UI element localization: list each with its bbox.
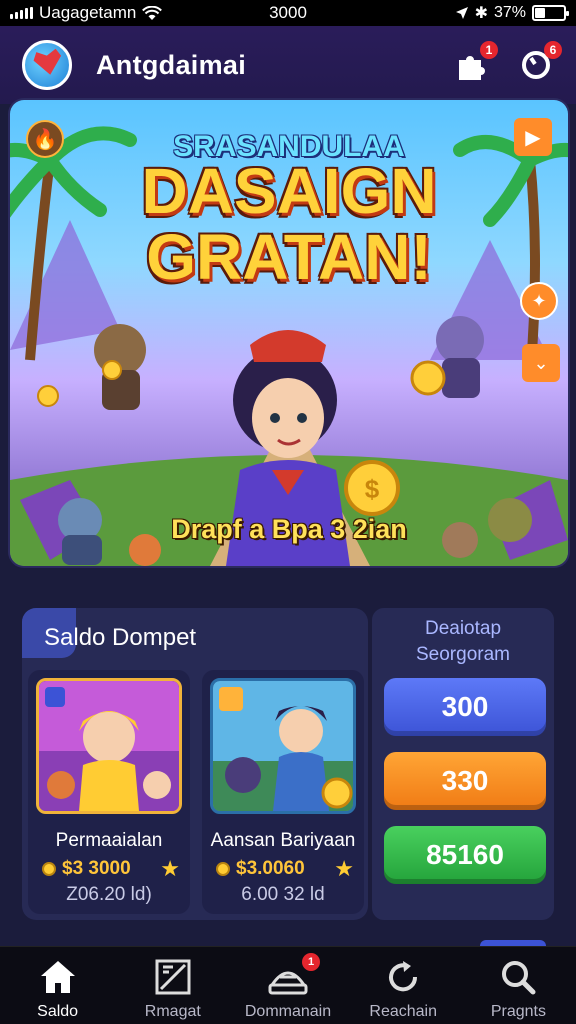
chevron-down-icon: ⌄ [533,352,549,373]
nav-item-dommanain[interactable]: 1 Dommanain [230,947,345,1024]
nav-label: Dommanain [244,1003,332,1020]
game-card[interactable]: Permaaialan $3 3000 ★ Z06.20 ld) [28,670,190,914]
nav-label: Saldo [37,1003,79,1020]
home-icon [39,957,77,997]
nav-item-reachain[interactable]: Reachain [346,947,461,1024]
amount-button-orange[interactable]: 330 [384,752,546,810]
star-icon: ★ [160,856,180,881]
nav-badge: 1 [302,953,320,971]
amount-button-green[interactable]: 85160 [384,826,546,884]
nav-item-rmagat[interactable]: Rmagat [115,947,230,1024]
bottom-navigation: Saldo Rmagat 1 Dommanain Reachain Pragnt… [0,946,576,1024]
picture-icon [155,957,191,997]
app-title: Antgdaimai [96,49,247,80]
topup-title-line1: Deaiotap [424,618,502,639]
game-thumbnail [210,678,356,814]
nav-item-pragnts[interactable]: Pragnts [461,947,576,1024]
notifications-badge: 1 [480,41,498,59]
game-card[interactable]: Aansan Bariyaan $3.0060 ★ 6.00 32 ld [202,670,364,914]
app-logo[interactable] [22,40,72,90]
status-bar: Uagagetamn 3000 ✱ 37% [0,0,576,26]
wallet-title: Saldo Dompet [44,624,197,651]
game-price-value: $3 3000 [62,858,131,879]
game-thumbnail [36,678,182,814]
nav-label: Rmagat [144,1003,201,1020]
hero-title-line1: DASAIGN [141,155,437,227]
hero-caption: Drapf a Bpa 3 2ian [171,514,407,544]
wifi-icon [142,5,163,20]
diamond-icon: ✦ [531,290,547,311]
topup-panel: Deaiotap Seorgoram 300 330 85160 [372,608,554,920]
wallet-section: Saldo Dompet Permaaialan $3 3000 ★ Z06.2… [22,608,368,920]
game-price: $3.0060 ★ [216,856,354,882]
game-name: Aansan Bariyaan [210,830,356,851]
hero-title-line2: GRATAN! [146,221,432,293]
nav-label: Reachain [369,1003,438,1020]
coin-icon [216,862,230,876]
bluetooth-icon: ✱ [474,5,488,22]
game-price: $3 3000 ★ [42,856,180,882]
game-price-value: $3.0060 [236,858,305,879]
search-icon [500,957,536,997]
star-icon: ★ [334,856,354,881]
signal-icon [10,7,33,19]
nav-item-saldo[interactable]: Saldo [0,947,115,1024]
location-icon [455,7,468,19]
hero-banner[interactable]: $ 🔥 ▶ ✦ ⌄ SRASANDULAA DASAIGN GRATAN! Dr… [10,100,568,566]
battery-percent: 37% [493,4,526,21]
game-subtext: 6.00 32 ld [241,884,325,905]
hero-chevron-button[interactable]: ⌄ [522,344,560,382]
svg-text:$: $ [365,474,380,504]
nav-label: Pragnts [490,1003,546,1020]
profile-badge: 6 [544,41,562,59]
hero-title: DASAIGN GRATAN! [10,158,568,290]
battery-icon [532,5,569,21]
refresh-icon [385,957,421,997]
topup-title: Deaiotap Seorgoram [372,616,554,668]
notifications-button[interactable]: 1 [454,41,498,83]
app-header: Antgdaimai 1 6 [0,26,576,104]
amount-button-blue[interactable]: 300 [384,678,546,736]
topup-title-line2: Seorgoram [416,644,510,665]
game-name: Permaaialan [55,830,163,851]
game-subtext: Z06.20 ld) [66,884,152,905]
profile-button[interactable]: 6 [518,41,562,83]
heart-icon [32,47,64,77]
carrier-name: Uagagetamn [39,3,137,22]
hat-icon: 1 [268,953,320,997]
coin-icon [42,862,56,876]
